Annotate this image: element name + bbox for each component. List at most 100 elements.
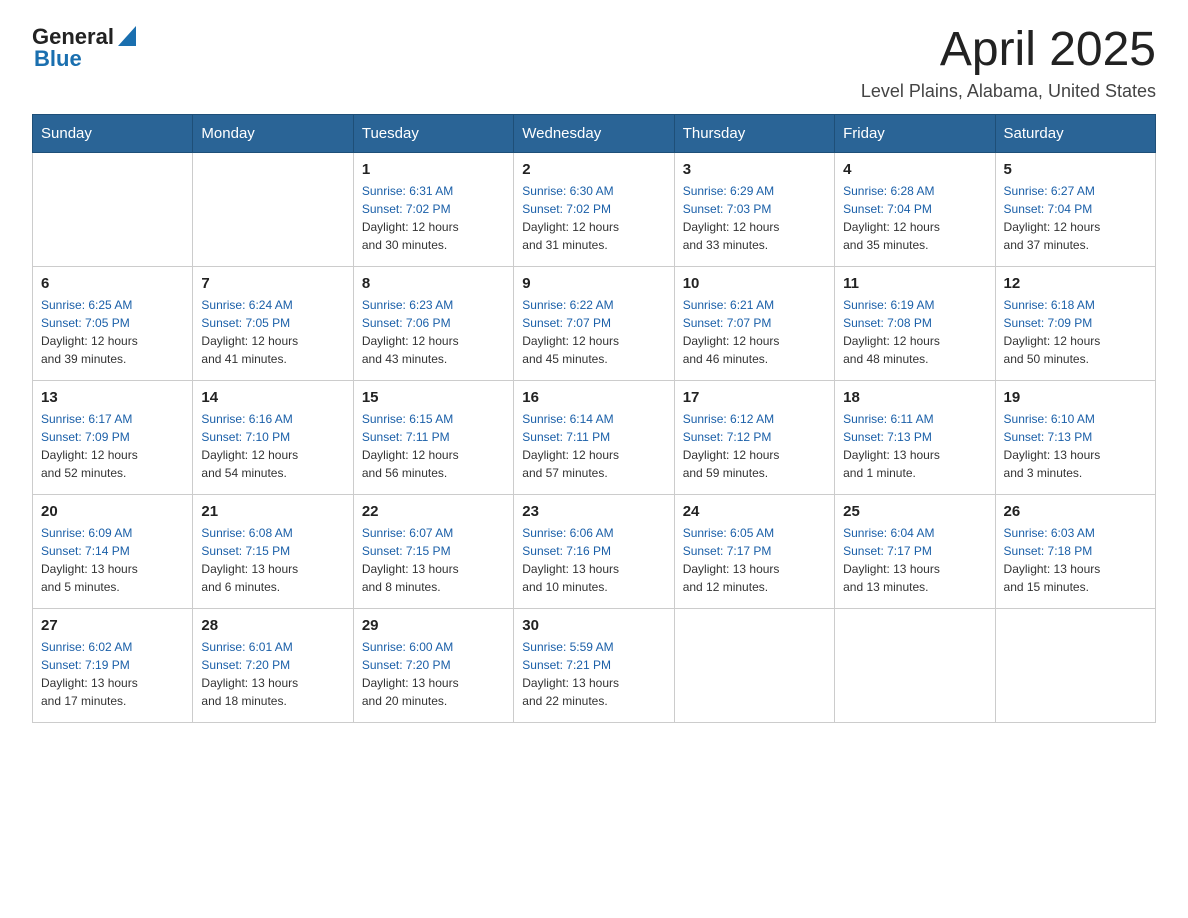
- day-info-line: Sunrise: 6:14 AM: [522, 410, 665, 428]
- day-number: 15: [362, 389, 505, 406]
- day-info-line: Daylight: 12 hours: [522, 446, 665, 464]
- day-info-line: Daylight: 12 hours: [362, 446, 505, 464]
- day-info: Sunrise: 6:03 AMSunset: 7:18 PMDaylight:…: [1004, 524, 1147, 596]
- day-info-line: Sunrise: 6:15 AM: [362, 410, 505, 428]
- day-info: Sunrise: 6:16 AMSunset: 7:10 PMDaylight:…: [201, 410, 344, 482]
- day-info-line: Sunrise: 6:06 AM: [522, 524, 665, 542]
- day-info: Sunrise: 6:12 AMSunset: 7:12 PMDaylight:…: [683, 410, 826, 482]
- day-info-line: Sunset: 7:15 PM: [201, 542, 344, 560]
- day-info: Sunrise: 6:00 AMSunset: 7:20 PMDaylight:…: [362, 638, 505, 710]
- calendar-week-row: 6Sunrise: 6:25 AMSunset: 7:05 PMDaylight…: [33, 266, 1156, 380]
- day-info: Sunrise: 6:06 AMSunset: 7:16 PMDaylight:…: [522, 524, 665, 596]
- calendar-cell: 17 Sunrise: 6:12 AMSunset: 7:12 PMDayligh…: [674, 380, 834, 494]
- day-info: Sunrise: 6:28 AMSunset: 7:04 PMDaylight:…: [843, 182, 986, 254]
- day-info-line: Daylight: 13 hours: [201, 560, 344, 578]
- day-number: 22: [362, 503, 505, 520]
- calendar-cell: [33, 152, 193, 266]
- day-info-line: Sunset: 7:14 PM: [41, 542, 184, 560]
- day-info-line: Sunset: 7:03 PM: [683, 200, 826, 218]
- day-info-line: and 10 minutes.: [522, 578, 665, 596]
- day-info: Sunrise: 6:14 AMSunset: 7:11 PMDaylight:…: [522, 410, 665, 482]
- calendar-cell: 9Sunrise: 6:22 AMSunset: 7:07 PMDaylight…: [514, 266, 674, 380]
- day-info-line: Sunset: 7:08 PM: [843, 314, 986, 332]
- day-info-line: and 48 minutes.: [843, 350, 986, 368]
- day-number: 5: [1004, 161, 1147, 178]
- day-info-line: Sunrise: 6:02 AM: [41, 638, 184, 656]
- day-info-line: Sunset: 7:09 PM: [1004, 314, 1147, 332]
- day-info-line: Sunset: 7:13 PM: [1004, 428, 1147, 446]
- day-number: 4: [843, 161, 986, 178]
- day-info-line: and 37 minutes.: [1004, 236, 1147, 254]
- day-info-line: Sunrise: 6:17 AM: [41, 410, 184, 428]
- day-number: 17: [683, 389, 826, 406]
- day-number: 3: [683, 161, 826, 178]
- day-number: 8: [362, 275, 505, 292]
- day-info-line: Sunset: 7:21 PM: [522, 656, 665, 674]
- day-info-line: Daylight: 13 hours: [201, 674, 344, 692]
- day-info-line: Sunrise: 6:00 AM: [362, 638, 505, 656]
- day-number: 25: [843, 503, 986, 520]
- day-number: 20: [41, 503, 184, 520]
- day-info-line: Sunrise: 6:29 AM: [683, 182, 826, 200]
- day-info-line: and 50 minutes.: [1004, 350, 1147, 368]
- day-info-line: Sunrise: 6:27 AM: [1004, 182, 1147, 200]
- day-number: 2: [522, 161, 665, 178]
- logo: General Blue: [32, 24, 136, 72]
- calendar-cell: 6Sunrise: 6:25 AMSunset: 7:05 PMDaylight…: [33, 266, 193, 380]
- day-info-line: Sunset: 7:15 PM: [362, 542, 505, 560]
- day-info-line: Daylight: 12 hours: [683, 332, 826, 350]
- calendar-cell: 12Sunrise: 6:18 AMSunset: 7:09 PMDayligh…: [995, 266, 1155, 380]
- day-info: Sunrise: 6:30 AMSunset: 7:02 PMDaylight:…: [522, 182, 665, 254]
- day-info-line: Daylight: 13 hours: [522, 560, 665, 578]
- day-info-line: and 59 minutes.: [683, 464, 826, 482]
- day-number: 23: [522, 503, 665, 520]
- day-info: Sunrise: 6:07 AMSunset: 7:15 PMDaylight:…: [362, 524, 505, 596]
- day-info-line: Sunset: 7:12 PM: [683, 428, 826, 446]
- day-info-line: and 35 minutes.: [843, 236, 986, 254]
- day-info-line: and 13 minutes.: [843, 578, 986, 596]
- day-info-line: Sunrise: 6:05 AM: [683, 524, 826, 542]
- day-info-line: Daylight: 13 hours: [362, 674, 505, 692]
- calendar-cell: [674, 608, 834, 722]
- day-number: 9: [522, 275, 665, 292]
- calendar-cell: 11Sunrise: 6:19 AMSunset: 7:08 PMDayligh…: [835, 266, 995, 380]
- day-info-line: Daylight: 13 hours: [843, 446, 986, 464]
- calendar-week-row: 20Sunrise: 6:09 AMSunset: 7:14 PMDayligh…: [33, 494, 1156, 608]
- day-info: Sunrise: 6:09 AMSunset: 7:14 PMDaylight:…: [41, 524, 184, 596]
- calendar-cell: 10Sunrise: 6:21 AMSunset: 7:07 PMDayligh…: [674, 266, 834, 380]
- day-info-line: and 3 minutes.: [1004, 464, 1147, 482]
- calendar-cell: 24Sunrise: 6:05 AMSunset: 7:17 PMDayligh…: [674, 494, 834, 608]
- day-number: 7: [201, 275, 344, 292]
- main-title: April 2025: [861, 24, 1156, 77]
- day-info-line: Sunset: 7:17 PM: [843, 542, 986, 560]
- day-info-line: and 17 minutes.: [41, 692, 184, 710]
- day-info-line: and 54 minutes.: [201, 464, 344, 482]
- day-info-line: Daylight: 12 hours: [843, 218, 986, 236]
- calendar-cell: 2 Sunrise: 6:30 AMSunset: 7:02 PMDaylight…: [514, 152, 674, 266]
- day-info-line: Sunset: 7:05 PM: [201, 314, 344, 332]
- day-info-line: and 12 minutes.: [683, 578, 826, 596]
- day-info-line: Sunset: 7:20 PM: [362, 656, 505, 674]
- day-info-line: Sunrise: 6:25 AM: [41, 296, 184, 314]
- day-info-line: Sunset: 7:17 PM: [683, 542, 826, 560]
- day-info-line: and 15 minutes.: [1004, 578, 1147, 596]
- calendar-table: Sunday Monday Tuesday Wednesday Thursday…: [32, 114, 1156, 723]
- day-number: 30: [522, 617, 665, 634]
- day-info: Sunrise: 6:05 AMSunset: 7:17 PMDaylight:…: [683, 524, 826, 596]
- day-info-line: Sunset: 7:04 PM: [1004, 200, 1147, 218]
- day-info: Sunrise: 6:18 AMSunset: 7:09 PMDaylight:…: [1004, 296, 1147, 368]
- day-info-line: Sunrise: 6:30 AM: [522, 182, 665, 200]
- day-info-line: Daylight: 13 hours: [843, 560, 986, 578]
- calendar-cell: 26Sunrise: 6:03 AMSunset: 7:18 PMDayligh…: [995, 494, 1155, 608]
- calendar-cell: [835, 608, 995, 722]
- day-info-line: and 43 minutes.: [362, 350, 505, 368]
- day-info-line: and 33 minutes.: [683, 236, 826, 254]
- day-info-line: Sunrise: 6:09 AM: [41, 524, 184, 542]
- day-info: Sunrise: 6:31 AMSunset: 7:02 PMDaylight:…: [362, 182, 505, 254]
- day-info-line: Daylight: 12 hours: [843, 332, 986, 350]
- day-info: Sunrise: 6:08 AMSunset: 7:15 PMDaylight:…: [201, 524, 344, 596]
- day-info-line: Sunrise: 6:16 AM: [201, 410, 344, 428]
- calendar-week-row: 27Sunrise: 6:02 AMSunset: 7:19 PMDayligh…: [33, 608, 1156, 722]
- day-info-line: and 52 minutes.: [41, 464, 184, 482]
- logo-blue-text: Blue: [34, 46, 82, 72]
